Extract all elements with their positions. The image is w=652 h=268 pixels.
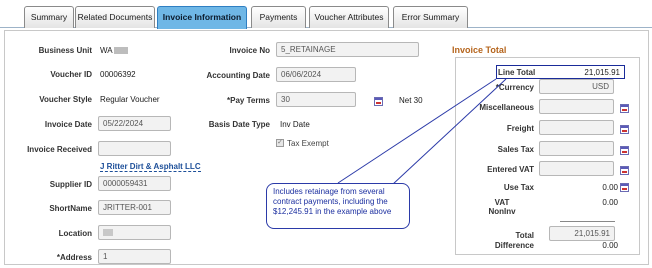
tab-invoice-information[interactable]: Invoice Information (157, 6, 247, 29)
invoice-total-title: Invoice Total (452, 45, 507, 55)
invoice-received-label: Invoice Received (27, 145, 92, 154)
miscellaneous-label: Miscellaneous (479, 103, 534, 112)
use-tax-value: 0.00 (602, 183, 618, 192)
tab-related-documents[interactable]: Related Documents (75, 6, 155, 28)
sales-tax-detail-icon[interactable] (620, 146, 629, 155)
entered-vat-detail-icon[interactable] (620, 166, 629, 175)
tab-bar: Summary Related Documents Invoice Inform… (0, 0, 652, 29)
short-name-label: ShortName (49, 204, 92, 213)
tab-payments[interactable]: Payments (251, 6, 306, 28)
freight-label: Freight (506, 124, 534, 133)
short-name-field[interactable]: JRITTER-001 (98, 200, 171, 215)
location-field[interactable] (98, 225, 171, 240)
tab-summary[interactable]: Summary (24, 6, 74, 28)
accounting-date-label: Accounting Date (206, 71, 270, 80)
freight-field[interactable] (539, 120, 614, 135)
business-unit-value: WA (100, 46, 128, 55)
pay-terms-label: *Pay Terms (227, 96, 270, 105)
line-total-highlight (496, 65, 625, 79)
voucher-id-label: Voucher ID (50, 70, 92, 79)
location-label: Location (58, 229, 92, 238)
freight-detail-icon[interactable] (620, 125, 629, 134)
total-divider (560, 221, 615, 222)
voucher-style-value: Regular Voucher (100, 95, 160, 104)
miscellaneous-detail-icon[interactable] (620, 104, 629, 113)
redacted-mark (103, 229, 113, 237)
pay-terms-field[interactable]: 30 (276, 92, 356, 107)
tax-exempt-checkbox[interactable]: ✓ (276, 139, 284, 147)
invoice-received-field[interactable] (98, 141, 171, 156)
invoice-date-field[interactable]: 05/22/2024 (98, 116, 171, 131)
address-label: *Address (56, 253, 92, 262)
currency-field[interactable]: USD (539, 79, 614, 94)
voucher-id-value: 00006392 (100, 70, 136, 79)
total-label: Total (515, 231, 534, 240)
invoice-date-label: Invoice Date (44, 120, 92, 129)
redacted-mark (113, 47, 128, 55)
total-field: 21,015.91 (549, 226, 615, 241)
vat-noninv-label: VAT NonInv (470, 198, 534, 216)
invoice-no-field[interactable]: 5_RETAINAGE (276, 42, 419, 57)
vat-noninv-value: 0.00 (602, 198, 618, 207)
retainage-callout: Includes retainage from several contract… (266, 183, 410, 229)
address-field[interactable]: 1 (98, 249, 171, 264)
tab-voucher-attributes[interactable]: Voucher Attributes (309, 6, 389, 28)
supplier-name-link[interactable]: J Ritter Dirt & Asphalt LLC (100, 162, 201, 172)
accounting-date-field[interactable]: 06/06/2024 (276, 67, 356, 82)
pay-terms-description: Net 30 (399, 96, 423, 105)
tab-error-summary[interactable]: Error Summary (393, 6, 468, 28)
currency-label: *Currency (495, 83, 534, 92)
sales-tax-label: Sales Tax (497, 145, 534, 154)
supplier-id-label: Supplier ID (49, 180, 92, 189)
basis-date-type-label: Basis Date Type (208, 120, 270, 129)
difference-value: 0.00 (602, 241, 618, 250)
pay-terms-lookup-icon[interactable] (374, 97, 383, 106)
tax-exempt-label: Tax Exempt (287, 139, 329, 148)
vat-label-line2: NonInv (488, 207, 516, 216)
entered-vat-label: Entered VAT (487, 165, 534, 174)
invoice-no-label: Invoice No (229, 46, 270, 55)
miscellaneous-field[interactable] (539, 99, 614, 114)
entered-vat-field[interactable] (539, 161, 614, 176)
vat-label-line1: VAT (494, 198, 510, 207)
voucher-style-label: Voucher Style (39, 95, 92, 104)
difference-label: Difference (494, 241, 534, 250)
sales-tax-field[interactable] (539, 141, 614, 156)
basis-date-type-value: Inv Date (280, 120, 310, 129)
supplier-id-field[interactable]: 0000059431 (98, 176, 171, 191)
use-tax-detail-icon[interactable] (620, 183, 629, 192)
business-unit-label: Business Unit (38, 46, 92, 55)
use-tax-label: Use Tax (503, 183, 534, 192)
